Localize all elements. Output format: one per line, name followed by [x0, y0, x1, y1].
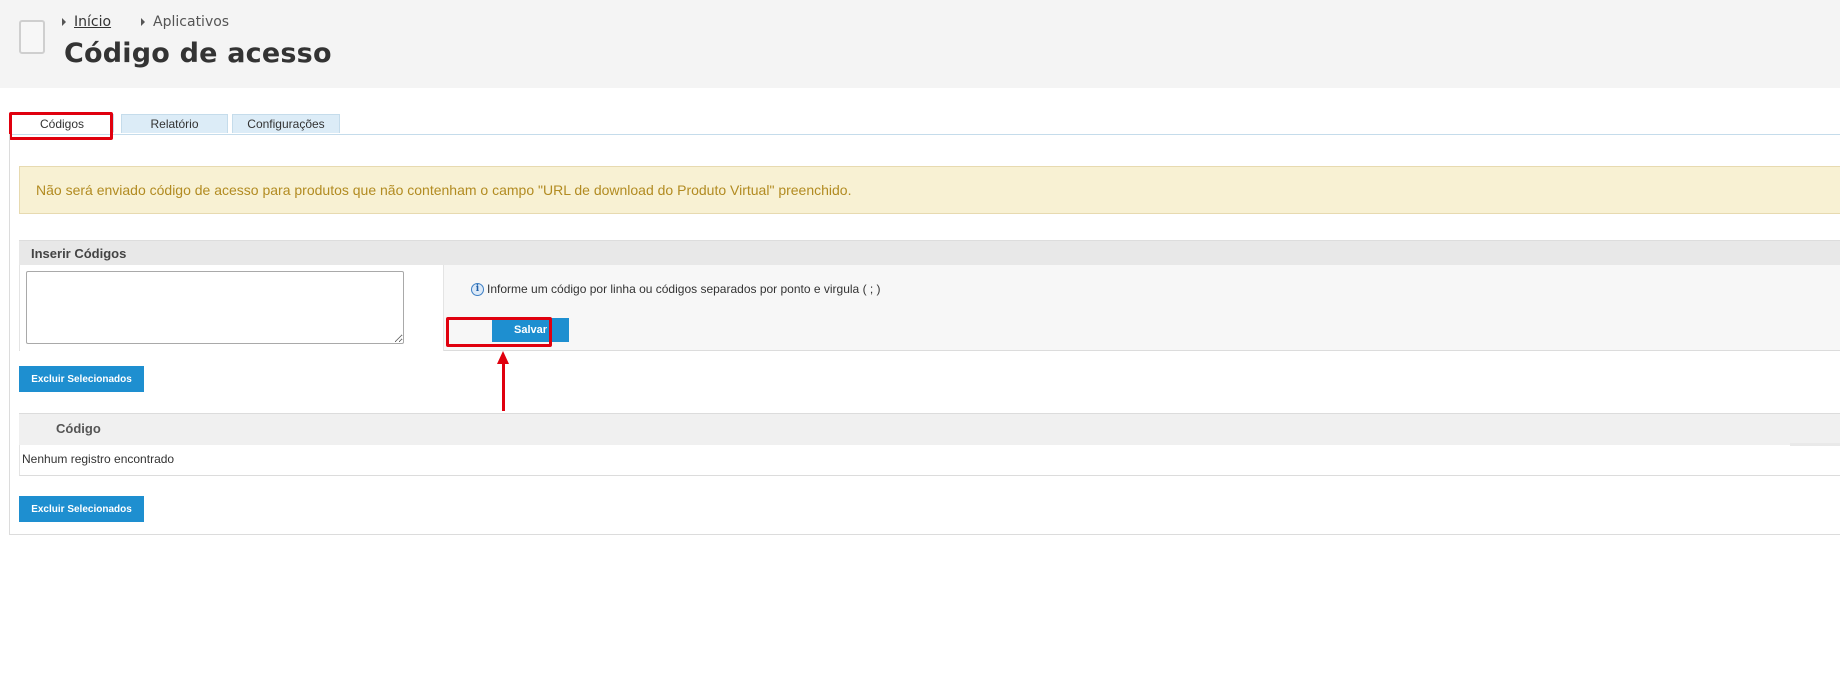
info-cell: i Informe um código por linha ou códigos… [444, 265, 1840, 350]
warning-alert: Não será enviado código de acesso para p… [19, 166, 1840, 214]
info-text: Informe um código por linha ou códigos s… [487, 282, 881, 296]
delete-selected-button-bottom[interactable]: Excluir Selecionados [19, 496, 144, 522]
arrow-annotation-line [502, 362, 505, 411]
column-header-codigo[interactable]: Código [56, 421, 101, 436]
page-icon [19, 20, 45, 54]
tab-configuracoes[interactable]: Configurações [232, 114, 340, 133]
insert-codes-header: Inserir Códigos [19, 240, 1840, 265]
delete-selected-button-top[interactable]: Excluir Selecionados [19, 366, 144, 392]
breadcrumb-home-link[interactable]: Início [74, 14, 111, 30]
info-icon: i [471, 283, 484, 296]
page-header: Início Aplicativos Código de acesso [0, 0, 1840, 88]
empty-table-row: Nenhum registro encontrado [19, 445, 1840, 476]
breadcrumb: Início Aplicativos [62, 14, 259, 30]
insert-codes-body: i Informe um código por linha ou códigos… [19, 265, 1840, 351]
page-title: Código de acesso [64, 38, 332, 69]
textarea-cell [20, 265, 444, 351]
tab-codigos[interactable]: Códigos [10, 114, 114, 133]
save-button[interactable]: Salvar [492, 318, 569, 342]
caret-right-icon [62, 18, 66, 26]
tab-bar: Códigos Relatório Configurações [10, 114, 1840, 135]
breadcrumb-home: Início [62, 14, 111, 30]
tab-relatorio[interactable]: Relatório [121, 114, 228, 133]
caret-right-icon [141, 18, 146, 26]
codes-textarea[interactable] [26, 271, 404, 344]
codes-table-header: Código [19, 413, 1840, 445]
breadcrumb-current-label: Aplicativos [153, 14, 230, 30]
breadcrumb-current: Aplicativos [141, 14, 229, 30]
